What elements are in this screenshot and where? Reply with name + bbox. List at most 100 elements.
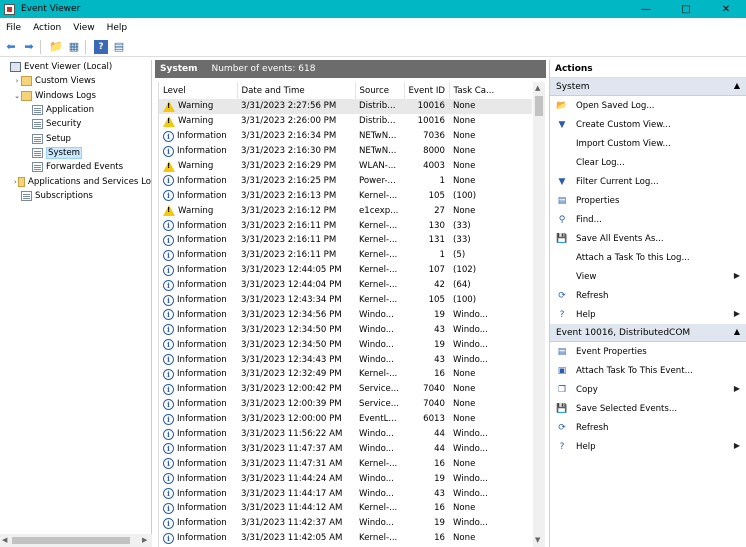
tree-item-applications-and-services-lo[interactable]: › Applications and Services Lo: [0, 174, 151, 188]
action-view[interactable]: View ▶: [550, 267, 746, 286]
menu-action[interactable]: Action: [27, 23, 67, 33]
action-open-saved-log[interactable]: 📂 Open Saved Log...: [550, 96, 746, 115]
minimize-button[interactable]: —: [626, 0, 666, 18]
cell-date-time: 3/31/2023 11:42:05 AM: [241, 533, 343, 544]
menu-help[interactable]: Help: [101, 23, 134, 33]
table-row[interactable]: i Information 3/31/2023 12:32:49 PM Kernel-…: [159, 367, 532, 382]
table-row[interactable]: i Information 3/31/2023 11:42:37 AM Windo..…: [159, 516, 532, 531]
action-save-selected-events[interactable]: 💾 Save Selected Events...: [550, 399, 746, 418]
actions-section-header[interactable]: System ▲: [550, 78, 746, 96]
actions-section-header[interactable]: Event 10016, DistributedCOM ▲: [550, 324, 746, 342]
column-header-date-time[interactable]: Date and Time: [237, 82, 356, 99]
table-row[interactable]: i Information 3/31/2023 2:16:11 PM Kernel-.…: [159, 233, 532, 248]
show-hide-action-pane-icon[interactable]: ▤: [112, 40, 126, 54]
close-button[interactable]: ✕: [706, 0, 746, 18]
tree-item-windows-logs[interactable]: ⌄ Windows Logs: [0, 89, 151, 103]
table-row[interactable]: i Information 3/31/2023 12:44:05 PM Kernel-…: [159, 263, 532, 278]
table-row[interactable]: Warning 3/31/2023 2:26:00 PM Distrib... 100…: [159, 114, 532, 129]
table-row[interactable]: Warning 3/31/2023 2:16:29 PM WLAN-... 4003 N…: [159, 159, 532, 174]
table-row[interactable]: i Information 3/31/2023 2:16:13 PM Kernel-.…: [159, 188, 532, 203]
event-grid-vertical-scrollbar[interactable]: ▲ ▼: [533, 82, 545, 547]
action-filter-current-log[interactable]: ▼ Filter Current Log...: [550, 172, 746, 191]
table-row[interactable]: Warning 3/31/2023 2:16:12 PM e1cexp... 27 No…: [159, 203, 532, 218]
action-clear-log[interactable]: Clear Log...: [550, 153, 746, 172]
table-row[interactable]: i Information 3/31/2023 11:44:24 AM Windo..…: [159, 471, 532, 486]
scroll-down-icon[interactable]: ▼: [535, 536, 540, 544]
table-row[interactable]: i Information 3/31/2023 12:00:39 PM Service…: [159, 397, 532, 412]
tree-item-setup[interactable]: Setup: [0, 131, 151, 145]
cell-level: i Information: [159, 456, 237, 471]
tree-item-event-viewer-local[interactable]: Event Viewer (Local): [0, 60, 151, 74]
maximize-button[interactable]: □: [666, 0, 706, 18]
action-help[interactable]: ? Help ▶: [550, 305, 746, 324]
tree-item-custom-views[interactable]: › Custom Views: [0, 74, 151, 88]
table-row[interactable]: Warning 3/31/2023 2:27:56 PMDistrib...100…: [159, 99, 532, 114]
help-icon[interactable]: ?: [94, 39, 108, 54]
action-find[interactable]: ⚲ Find...: [550, 210, 746, 229]
back-arrow-icon[interactable]: ⬅: [4, 40, 18, 54]
action-import-custom-view[interactable]: Import Custom View...: [550, 134, 746, 153]
level-text: Warning: [178, 161, 214, 171]
action-refresh[interactable]: ⟳ Refresh: [550, 418, 746, 437]
table-row[interactable]: i Information 3/31/2023 12:44:04 PM Kernel-…: [159, 278, 532, 293]
action-properties[interactable]: ▤ Properties: [550, 191, 746, 210]
menu-file[interactable]: File: [0, 23, 27, 33]
expand-chevron-icon[interactable]: ›: [13, 77, 21, 85]
action-attach-task-to-this-event[interactable]: ▣ Attach Task To This Event...: [550, 361, 746, 380]
table-row[interactable]: i Information 3/31/2023 12:34:50 PM Windo..…: [159, 322, 532, 337]
column-header-source[interactable]: Source: [355, 82, 405, 99]
action-copy[interactable]: ❐ Copy ▶: [550, 380, 746, 399]
tree-horizontal-scrollbar[interactable]: ◀ ▶: [0, 534, 152, 547]
copy-icon: ❐: [557, 384, 567, 395]
table-row[interactable]: i Information 3/31/2023 12:00:42 PM Service…: [159, 382, 532, 397]
table-row[interactable]: i Information 3/31/2023 2:16:34 PM NETwN...…: [159, 129, 532, 144]
up-folder-icon[interactable]: 📁: [49, 40, 63, 54]
tree-item-security[interactable]: Security: [0, 117, 151, 131]
action-event-properties[interactable]: ▤ Event Properties: [550, 342, 746, 361]
action-label: Event Properties: [576, 346, 647, 357]
table-row[interactable]: i Information 3/31/2023 11:47:31 AM Kernel-…: [159, 456, 532, 471]
table-row[interactable]: i Information 3/31/2023 12:34:56 PM Windo..…: [159, 307, 532, 322]
level-text: Information: [177, 458, 227, 469]
scrollbar-thumb[interactable]: [12, 537, 130, 544]
level-text: Information: [177, 369, 227, 380]
scrollbar-thumb[interactable]: [535, 96, 543, 116]
information-icon: i: [163, 324, 174, 336]
table-row[interactable]: i Information 3/31/2023 11:44:12 AM Kernel-…: [159, 501, 532, 516]
collapse-chevron-icon[interactable]: ⌄: [13, 92, 21, 100]
table-row[interactable]: i Information 3/31/2023 11:47:37 AM Windo..…: [159, 441, 532, 456]
cell-event-id: 44: [434, 443, 445, 454]
action-refresh[interactable]: ⟳ Refresh: [550, 286, 746, 305]
column-header-level[interactable]: Level: [159, 82, 238, 99]
table-row[interactable]: i Information 3/31/2023 11:56:22 AM Windo..…: [159, 427, 532, 442]
collapse-section-icon[interactable]: ▲: [734, 81, 740, 90]
tree-item-subscriptions[interactable]: Subscriptions: [0, 189, 151, 203]
action-create-custom-view[interactable]: ▼ Create Custom View...: [550, 115, 746, 134]
table-row[interactable]: i Information 3/31/2023 12:34:50 PM Windo..…: [159, 337, 532, 352]
table-row[interactable]: i Information 3/31/2023 2:16:25 PM Power-..…: [159, 173, 532, 188]
menu-view[interactable]: View: [67, 23, 100, 33]
table-row[interactable]: i Information 3/31/2023 12:00:00 PM EventL.…: [159, 412, 532, 427]
table-row[interactable]: i Information 3/31/2023 2:16:11 PM Kernel-.…: [159, 248, 532, 263]
scroll-right-icon[interactable]: ▶: [142, 536, 147, 544]
cell-task-category: None: [453, 384, 476, 395]
table-row[interactable]: i Information 3/31/2023 11:44:17 AM Windo..…: [159, 486, 532, 501]
scroll-up-icon[interactable]: ▲: [535, 84, 540, 92]
table-row[interactable]: i Information 3/31/2023 2:16:11 PM Kernel-.…: [159, 218, 532, 233]
forward-arrow-icon[interactable]: ➡: [22, 40, 36, 54]
tree-item-application[interactable]: Application: [0, 103, 151, 117]
show-hide-console-tree-icon[interactable]: ▦: [67, 40, 81, 54]
tree-item-forwarded-events[interactable]: Forwarded Events: [0, 160, 151, 174]
column-header-task-category[interactable]: Task Ca...: [449, 82, 532, 99]
table-row[interactable]: i Information 3/31/2023 11:42:05 AM Kernel-…: [159, 531, 532, 546]
table-row[interactable]: i Information 3/31/2023 12:43:34 PM Kernel-…: [159, 293, 532, 308]
collapse-section-icon[interactable]: ▲: [734, 327, 740, 336]
column-header-event-id[interactable]: Event ID: [404, 82, 450, 99]
action-help[interactable]: ? Help ▶: [550, 437, 746, 456]
action-save-all-events-as[interactable]: 💾 Save All Events As...: [550, 229, 746, 248]
scroll-left-icon[interactable]: ◀: [2, 536, 7, 544]
table-row[interactable]: i Information 3/31/2023 12:34:43 PM Windo..…: [159, 352, 532, 367]
tree-item-system[interactable]: System: [0, 146, 151, 160]
action-attach-a-task-to-this-log[interactable]: Attach a Task To this Log...: [550, 248, 746, 267]
table-row[interactable]: i Information 3/31/2023 2:16:30 PM NETwN...…: [159, 144, 532, 159]
